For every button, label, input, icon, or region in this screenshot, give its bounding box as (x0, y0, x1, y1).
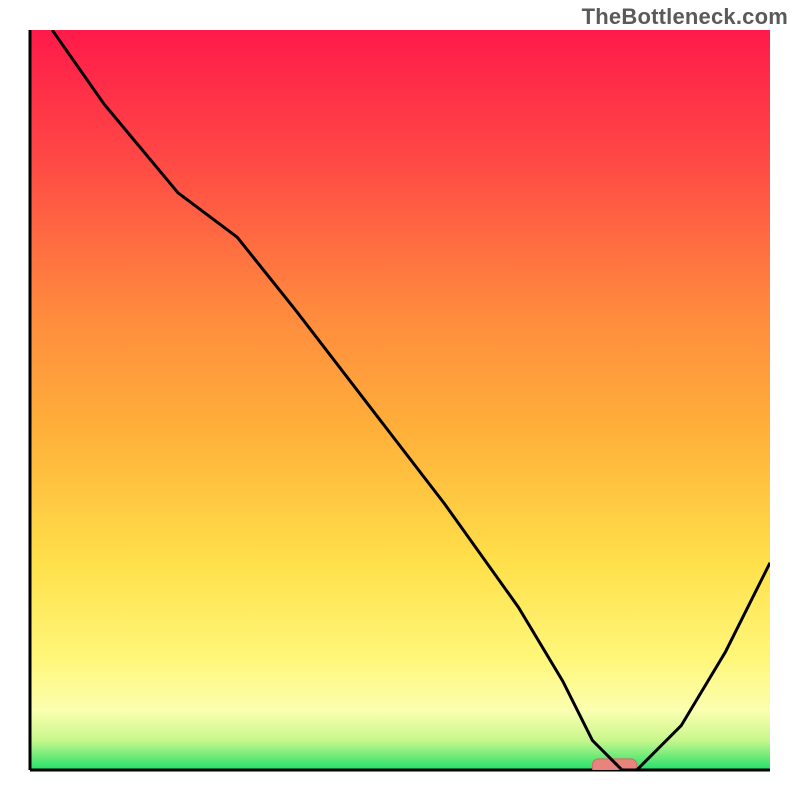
chart-container: TheBottleneck.com (0, 0, 800, 800)
watermark-text: TheBottleneck.com (582, 4, 788, 30)
chart-svg (0, 0, 800, 800)
plot-background (30, 30, 770, 770)
